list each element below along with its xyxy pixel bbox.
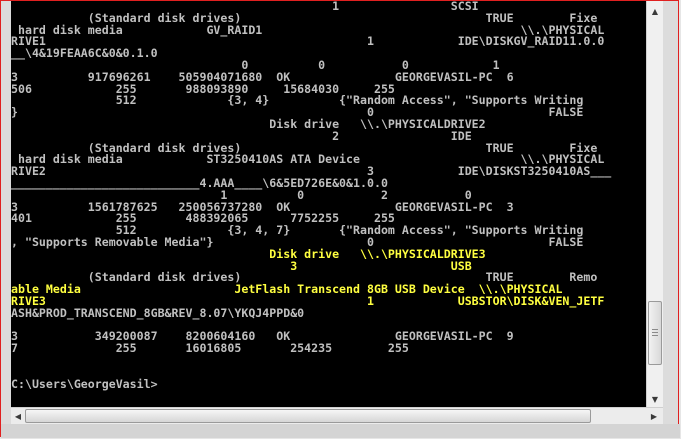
console-line: ASH&PROD_TRANSCEND_8GB&REV_8.07\YKQJ4PPD… xyxy=(11,305,305,320)
horizontal-scrollbar[interactable]: ◀ ▶ xyxy=(11,407,663,424)
vertical-scroll-thumb[interactable] xyxy=(648,301,662,365)
scroll-left-arrow-icon[interactable]: ◀ xyxy=(11,408,25,424)
console-window: 1 SCSI (Standard disk drives) TRUE Fixe … xyxy=(0,0,680,438)
console-output[interactable]: 1 SCSI (Standard disk drives) TRUE Fixe … xyxy=(11,1,646,407)
vertical-scrollbar[interactable]: ▲ ▼ xyxy=(646,1,663,407)
horizontal-scroll-thumb[interactable] xyxy=(25,409,591,423)
window-bottom-edge xyxy=(1,424,680,438)
scroll-right-arrow-icon[interactable]: ▶ xyxy=(647,408,661,424)
console-text: 1 SCSI (Standard disk drives) TRUE Fixe … xyxy=(11,1,646,390)
console-line: C:\Users\GeorgeVasil> xyxy=(11,376,158,391)
scroll-down-arrow-icon[interactable]: ▼ xyxy=(648,391,662,407)
scroll-up-arrow-icon[interactable]: ▲ xyxy=(648,3,662,19)
console-line: 7 255 16016805 254235 255 xyxy=(11,341,409,356)
